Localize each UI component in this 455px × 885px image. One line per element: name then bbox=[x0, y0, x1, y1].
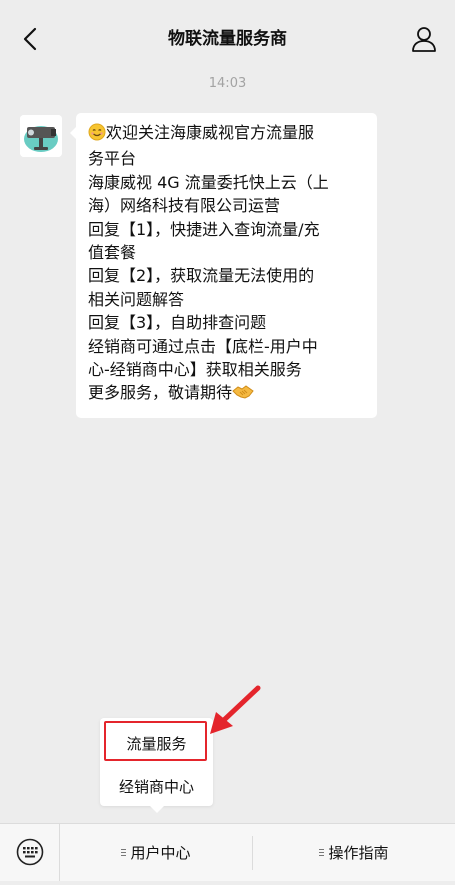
avatar[interactable] bbox=[20, 115, 62, 157]
message-line: 海）网络科技有限公司运营 bbox=[88, 196, 281, 216]
bottom-menu-bar: 用户中心 操作指南 bbox=[0, 823, 455, 881]
message-line: 值套餐 bbox=[88, 243, 137, 263]
message-line: 务平台 bbox=[88, 149, 137, 169]
message-line: 回复【2】，获取流量无法使用的 bbox=[88, 266, 315, 286]
message-line: 回复【3】，自助排查问题 bbox=[88, 313, 267, 333]
camera-avatar-icon bbox=[20, 115, 62, 157]
bottom-menu-label: 用户中心 bbox=[130, 844, 191, 862]
menu-lines-icon bbox=[121, 847, 127, 858]
bottom-menu-user-center[interactable]: 用户中心 bbox=[60, 824, 252, 881]
highlight-box bbox=[104, 721, 207, 761]
bottom-menu-label: 操作指南 bbox=[328, 844, 389, 862]
message-line: 欢迎关注海康威视官方流量服 bbox=[88, 121, 367, 147]
message-line: 经销商可通过点击【底栏-用户中 bbox=[88, 336, 318, 356]
page-title: 物联流量服务商 bbox=[168, 29, 287, 49]
keyboard-icon bbox=[16, 838, 44, 866]
message-line: 更多服务，敬请期待 bbox=[88, 381, 367, 407]
message-line: 海康威视 4G 流量委托快上云（上 bbox=[88, 172, 329, 192]
message-timestamp: 14:03 bbox=[208, 76, 247, 91]
message-line-text: 欢迎关注海康威视官方流量服 bbox=[106, 123, 315, 142]
keyboard-toggle-button[interactable] bbox=[0, 824, 60, 881]
message-line: 相关问题解答 bbox=[88, 289, 185, 309]
message-bubble: 欢迎关注海康威视官方流量服 务平台 海康威视 4G 流量委托快上云（上 海）网络… bbox=[70, 113, 377, 418]
message-line-text: 更多服务，敬请期待 bbox=[88, 383, 233, 403]
smile-emoji-icon bbox=[88, 123, 106, 147]
person-icon bbox=[412, 27, 436, 52]
handshake-emoji-icon bbox=[232, 383, 254, 407]
message-line: 心-经销商中心】获取相关服务 bbox=[88, 360, 302, 380]
top-bar: 物联流量服务商 bbox=[0, 0, 455, 76]
message-line: 回复【1】，快捷进入查询流量/充 bbox=[88, 219, 320, 239]
profile-button[interactable] bbox=[409, 24, 439, 54]
bottom-menu-operation-guide[interactable]: 操作指南 bbox=[253, 824, 455, 881]
menu-item-dealer-center[interactable]: 经销商中心 bbox=[100, 776, 213, 797]
menu-lines-icon bbox=[319, 847, 325, 858]
arrow-annotation-icon bbox=[210, 685, 261, 734]
